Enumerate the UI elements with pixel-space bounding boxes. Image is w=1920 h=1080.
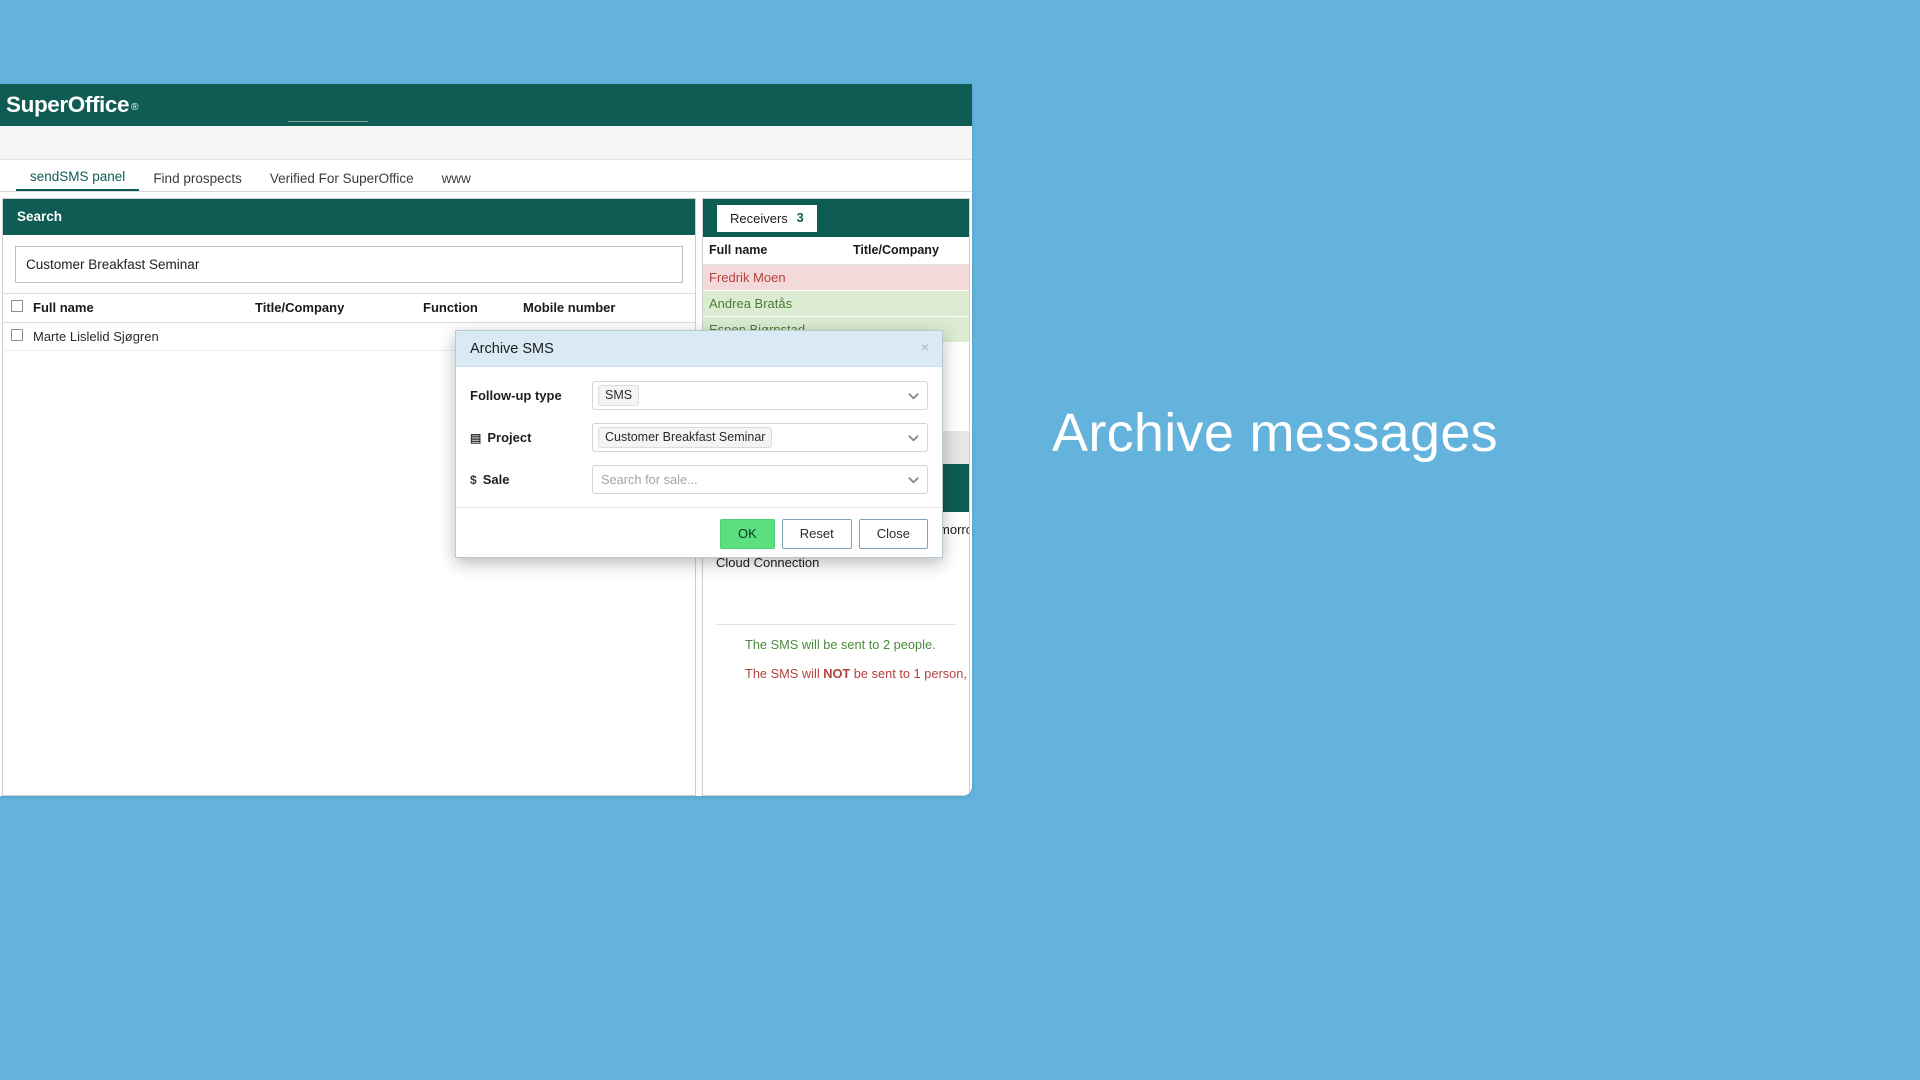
- table-header-row: Full name Title/Company Function Mobile …: [3, 292, 695, 323]
- brand-name: SuperOffice: [6, 91, 130, 117]
- follow-up-type-value: SMS: [598, 384, 640, 407]
- field-row-follow-up-type: Follow-up type SMS: [470, 381, 928, 410]
- sale-label-text: Sale: [482, 472, 510, 487]
- tab-find-prospects[interactable]: Find prospects: [139, 171, 256, 192]
- close-icon[interactable]: ×: [921, 340, 929, 354]
- row-checkbox[interactable]: [11, 328, 23, 341]
- label-project: ▤ Project: [470, 430, 592, 445]
- status-will-not-be-sent: The SMS will NOT be sent to 1 person, be…: [745, 666, 969, 681]
- select-all-header: [3, 292, 29, 323]
- receivers-panel-header: Receivers 3: [703, 199, 969, 237]
- follow-up-type-select[interactable]: SMS: [592, 381, 928, 410]
- receivers-column-title-company: Title/Company: [847, 237, 969, 265]
- dialog-body: Follow-up type SMS ▤ Project Customer Br…: [456, 367, 942, 494]
- select-all-checkbox[interactable]: [11, 299, 23, 312]
- receiver-title-company: [847, 290, 969, 317]
- column-header-mobile-number: Mobile number: [519, 292, 695, 323]
- receivers-table: Full name Title/Company Fredrik Moen And…: [703, 237, 969, 343]
- archive-sms-dialog: Archive SMS × Follow-up type SMS ▤ Proje…: [455, 330, 943, 558]
- receivers-count-badge: 3: [796, 211, 804, 226]
- tab-receivers[interactable]: Receivers 3: [717, 205, 817, 232]
- follow-up-type-label-text: Follow-up type: [470, 388, 562, 403]
- ok-button[interactable]: OK: [719, 519, 775, 550]
- receivers-header-row: Full name Title/Company: [703, 237, 969, 265]
- row-select-cell: [3, 322, 29, 351]
- project-select[interactable]: Customer Breakfast Seminar: [592, 423, 928, 452]
- project-icon: ▤: [470, 430, 482, 445]
- receivers-column-full-name: Full name: [703, 237, 847, 265]
- receivers-tab-label: Receivers: [730, 211, 788, 226]
- project-value: Customer Breakfast Seminar: [598, 426, 773, 449]
- chevron-down-icon: [908, 476, 919, 483]
- brand-underline-rule: [288, 121, 368, 122]
- search-input-wrapper: [3, 235, 695, 293]
- receiver-full-name: Andrea Bratås: [703, 290, 847, 317]
- label-sale: $ Sale: [470, 472, 592, 487]
- registered-mark-icon: ®: [131, 101, 139, 113]
- table-row[interactable]: Andrea Bratås: [703, 290, 969, 317]
- receiver-title-company: [847, 264, 969, 291]
- dollar-icon: $: [470, 472, 477, 487]
- cell-title-company: [251, 322, 419, 351]
- tab-sendsms-panel[interactable]: sendSMS panel: [16, 169, 140, 191]
- status-not-sent-prefix: The SMS will: [745, 666, 824, 681]
- tab-www[interactable]: www: [428, 171, 485, 192]
- field-row-project: ▤ Project Customer Breakfast Seminar: [470, 423, 928, 452]
- sale-placeholder: Search for sale...: [601, 472, 698, 487]
- column-header-function: Function: [419, 292, 519, 323]
- project-label-text: Project: [487, 430, 532, 445]
- dialog-footer: OK Reset Close: [456, 507, 942, 560]
- status-not-sent-emphasis: NOT: [823, 666, 851, 681]
- label-follow-up-type: Follow-up type: [470, 388, 592, 403]
- status-messages: The SMS will be sent to 2 people. The SM…: [703, 625, 969, 695]
- field-row-sale: $ Sale Search for sale...: [470, 465, 928, 494]
- dialog-title: Archive SMS: [470, 340, 554, 357]
- reset-button[interactable]: Reset: [781, 519, 852, 550]
- search-panel-title: Search: [3, 199, 695, 235]
- superoffice-logo: SuperOffice ®: [0, 91, 139, 117]
- status-not-sent-suffix: be sent to 1 person, bec: [853, 666, 969, 681]
- search-input[interactable]: [15, 245, 683, 283]
- slide-caption: Archive messages: [1052, 403, 1498, 463]
- cell-full-name: Marte Lislelid Sjøgren: [29, 322, 251, 351]
- sale-select[interactable]: Search for sale...: [592, 465, 928, 494]
- chevron-down-icon: [908, 392, 919, 399]
- chevron-down-icon: [908, 434, 919, 441]
- receiver-full-name: Fredrik Moen: [703, 264, 847, 291]
- column-header-title-company: Title/Company: [251, 292, 419, 323]
- brand-bar: SuperOffice ®: [0, 84, 972, 126]
- tab-verified-for-superoffice[interactable]: Verified For SuperOffice: [256, 171, 428, 192]
- sub-toolbar: [0, 126, 972, 160]
- dialog-header: Archive SMS ×: [456, 331, 942, 367]
- column-header-full-name: Full name: [29, 292, 251, 323]
- close-button[interactable]: Close: [858, 519, 928, 550]
- tab-bar: sendSMS panel Find prospects Verified Fo…: [0, 160, 972, 192]
- status-will-be-sent: The SMS will be sent to 2 people.: [745, 637, 936, 652]
- table-row[interactable]: Fredrik Moen: [703, 264, 969, 291]
